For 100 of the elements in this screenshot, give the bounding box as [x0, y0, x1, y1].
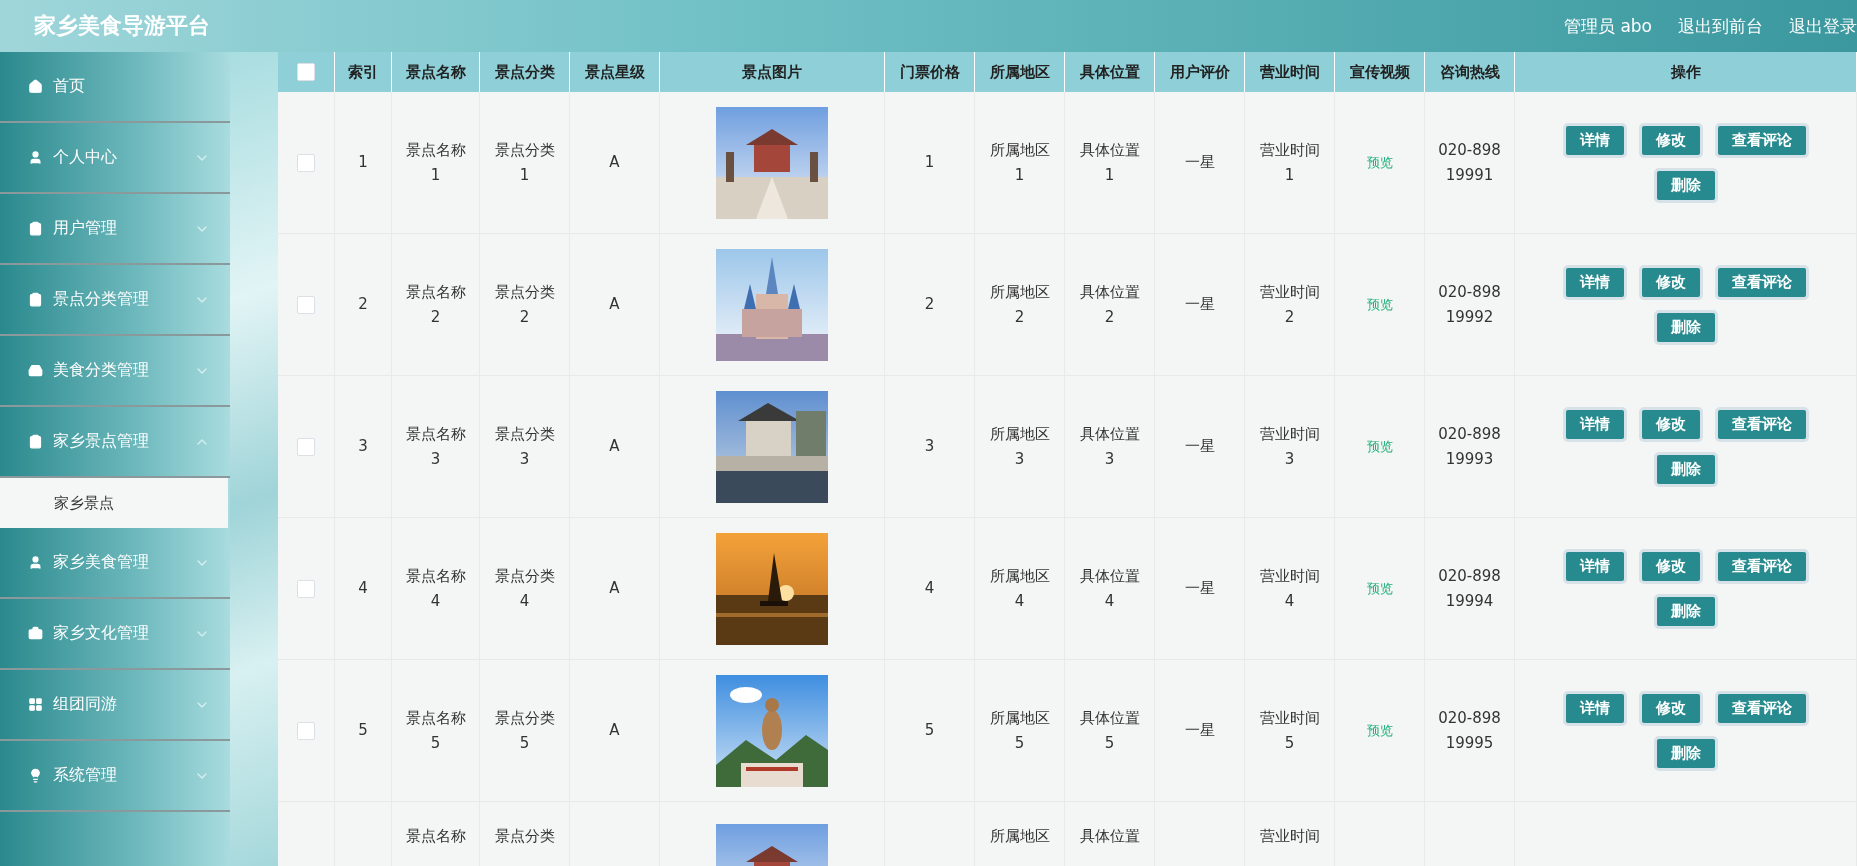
action-button[interactable]: 查看评论: [1714, 548, 1809, 584]
table-cell-text: A: [609, 294, 620, 315]
table-cell-text: 3: [924, 436, 935, 457]
table-cell-text: 景点分类: [494, 826, 555, 847]
table-cell-text: 景点名称 2: [405, 281, 466, 328]
table-cell-text: 景点分类 1: [494, 139, 555, 186]
table-cell-text: 020-898 19995: [1438, 707, 1501, 754]
table-cell-text: 4: [924, 578, 935, 599]
table-cell-text: 所属地区 5: [989, 707, 1050, 754]
action-button[interactable]: 删除: [1653, 309, 1718, 345]
table-cell-text: 所属地区 1: [989, 139, 1050, 186]
table-cell-text: 景点分类 4: [494, 565, 555, 612]
table-cell-text: 一星: [1184, 436, 1215, 457]
clipboard-icon: [28, 221, 43, 236]
row-checkbox[interactable]: [297, 437, 315, 456]
user-icon: [28, 150, 43, 165]
lightbulb-icon: [28, 768, 43, 783]
table-cell-text: A: [609, 152, 620, 173]
column-header: 操作: [1515, 52, 1857, 92]
table-cell-text: 3: [358, 436, 368, 457]
select-all-checkbox[interactable]: [297, 63, 315, 81]
table-cell-text: 一星: [1184, 720, 1215, 741]
column-header: 索引: [335, 52, 392, 92]
column-header: 景点图片: [660, 52, 885, 92]
tray-icon: [28, 363, 43, 378]
table-cell-text: 所属地区 4: [989, 565, 1050, 612]
table-cell-text: 具体位置 1: [1079, 139, 1140, 186]
action-button[interactable]: 查看评论: [1714, 264, 1809, 300]
action-button[interactable]: 删除: [1653, 735, 1718, 771]
row-checkbox[interactable]: [297, 153, 315, 172]
action-button[interactable]: 删除: [1653, 167, 1718, 203]
action-button[interactable]: 详情: [1562, 548, 1627, 584]
row-checkbox[interactable]: [297, 721, 315, 740]
preview-link[interactable]: 预览: [1366, 721, 1393, 740]
table-cell-text: 1: [924, 152, 935, 173]
table-cell-text: 2: [358, 294, 368, 315]
header-link[interactable]: 管理员 abo: [1564, 14, 1652, 38]
action-button[interactable]: 修改: [1638, 690, 1703, 726]
table-cell-text: 5: [358, 720, 368, 741]
action-button[interactable]: 修改: [1638, 122, 1703, 158]
column-header: 景点分类: [480, 52, 570, 92]
action-button[interactable]: 修改: [1638, 264, 1703, 300]
preview-link[interactable]: 预览: [1366, 579, 1393, 598]
table-cell-text: 一星: [1184, 152, 1215, 173]
table-cell-text: A: [609, 720, 620, 741]
table-cell-text: 营业时间 1: [1259, 139, 1320, 186]
table-cell-text: 020-898 19991: [1438, 139, 1501, 186]
clipboard-icon: [28, 292, 43, 307]
table-cell-text: 景点名称 5: [405, 707, 466, 754]
table-cell-text: 景点名称 1: [405, 139, 466, 186]
table-cell-text: 一星: [1184, 578, 1215, 599]
table-cell-text: 景点分类 2: [494, 281, 555, 328]
header-link[interactable]: 退出到前台: [1678, 14, 1763, 38]
table-cell-text: 020-898 19994: [1438, 565, 1501, 612]
action-button[interactable]: 详情: [1562, 264, 1627, 300]
column-header: 咨询热线: [1425, 52, 1515, 92]
preview-link[interactable]: 预览: [1366, 295, 1393, 314]
table-cell-text: 营业时间 5: [1259, 707, 1320, 754]
table-cell-text: 2: [924, 294, 935, 315]
action-button[interactable]: 删除: [1653, 593, 1718, 629]
table-cell-text: 020-898 19992: [1438, 281, 1501, 328]
row-checkbox[interactable]: [297, 295, 315, 314]
table-cell-text: 所属地区 3: [989, 423, 1050, 470]
column-header: 景点名称: [392, 52, 480, 92]
action-button[interactable]: 查看评论: [1714, 122, 1809, 158]
table-cell-text: 营业时间 2: [1259, 281, 1320, 328]
table-cell-text: 景点名称: [405, 826, 466, 847]
app-title: 家乡美食导游平台: [34, 12, 210, 40]
table-cell-text: 景点名称 4: [405, 565, 466, 612]
action-button[interactable]: 查看评论: [1714, 690, 1809, 726]
submenu-item[interactable]: 家乡景点: [0, 478, 228, 528]
preview-link[interactable]: 预览: [1366, 437, 1393, 456]
table-cell-text: 一星: [1184, 294, 1215, 315]
table-cell-text: 具体位置: [1079, 826, 1140, 847]
action-button[interactable]: 修改: [1638, 406, 1703, 442]
table-cell-text: 5: [924, 720, 935, 741]
table-cell-text: 营业时间: [1259, 826, 1320, 847]
action-button[interactable]: 查看评论: [1714, 406, 1809, 442]
action-button[interactable]: 详情: [1562, 122, 1627, 158]
header-link[interactable]: 退出登录: [1789, 14, 1857, 38]
column-header: 具体位置: [1065, 52, 1155, 92]
column-header: 营业时间: [1245, 52, 1335, 92]
column-header: 所属地区: [975, 52, 1065, 92]
table-cell-text: 营业时间 4: [1259, 565, 1320, 612]
preview-link[interactable]: 预览: [1366, 153, 1393, 172]
action-button[interactable]: 详情: [1562, 406, 1627, 442]
action-button[interactable]: 详情: [1562, 690, 1627, 726]
column-header: 门票价格: [885, 52, 975, 92]
action-button[interactable]: 删除: [1653, 451, 1718, 487]
user-icon: [28, 555, 43, 570]
table-cell-text: 具体位置 4: [1079, 565, 1140, 612]
table-cell-text: 020-898 19993: [1438, 423, 1501, 470]
home-icon: [28, 79, 43, 94]
column-header: 宣传视频: [1335, 52, 1425, 92]
column-header: 景点星级: [570, 52, 660, 92]
clipboard-check-icon: [28, 434, 43, 449]
action-button[interactable]: 修改: [1638, 548, 1703, 584]
grid-icon: [28, 697, 43, 712]
table-cell-text: 1: [358, 152, 368, 173]
row-checkbox[interactable]: [297, 579, 315, 598]
